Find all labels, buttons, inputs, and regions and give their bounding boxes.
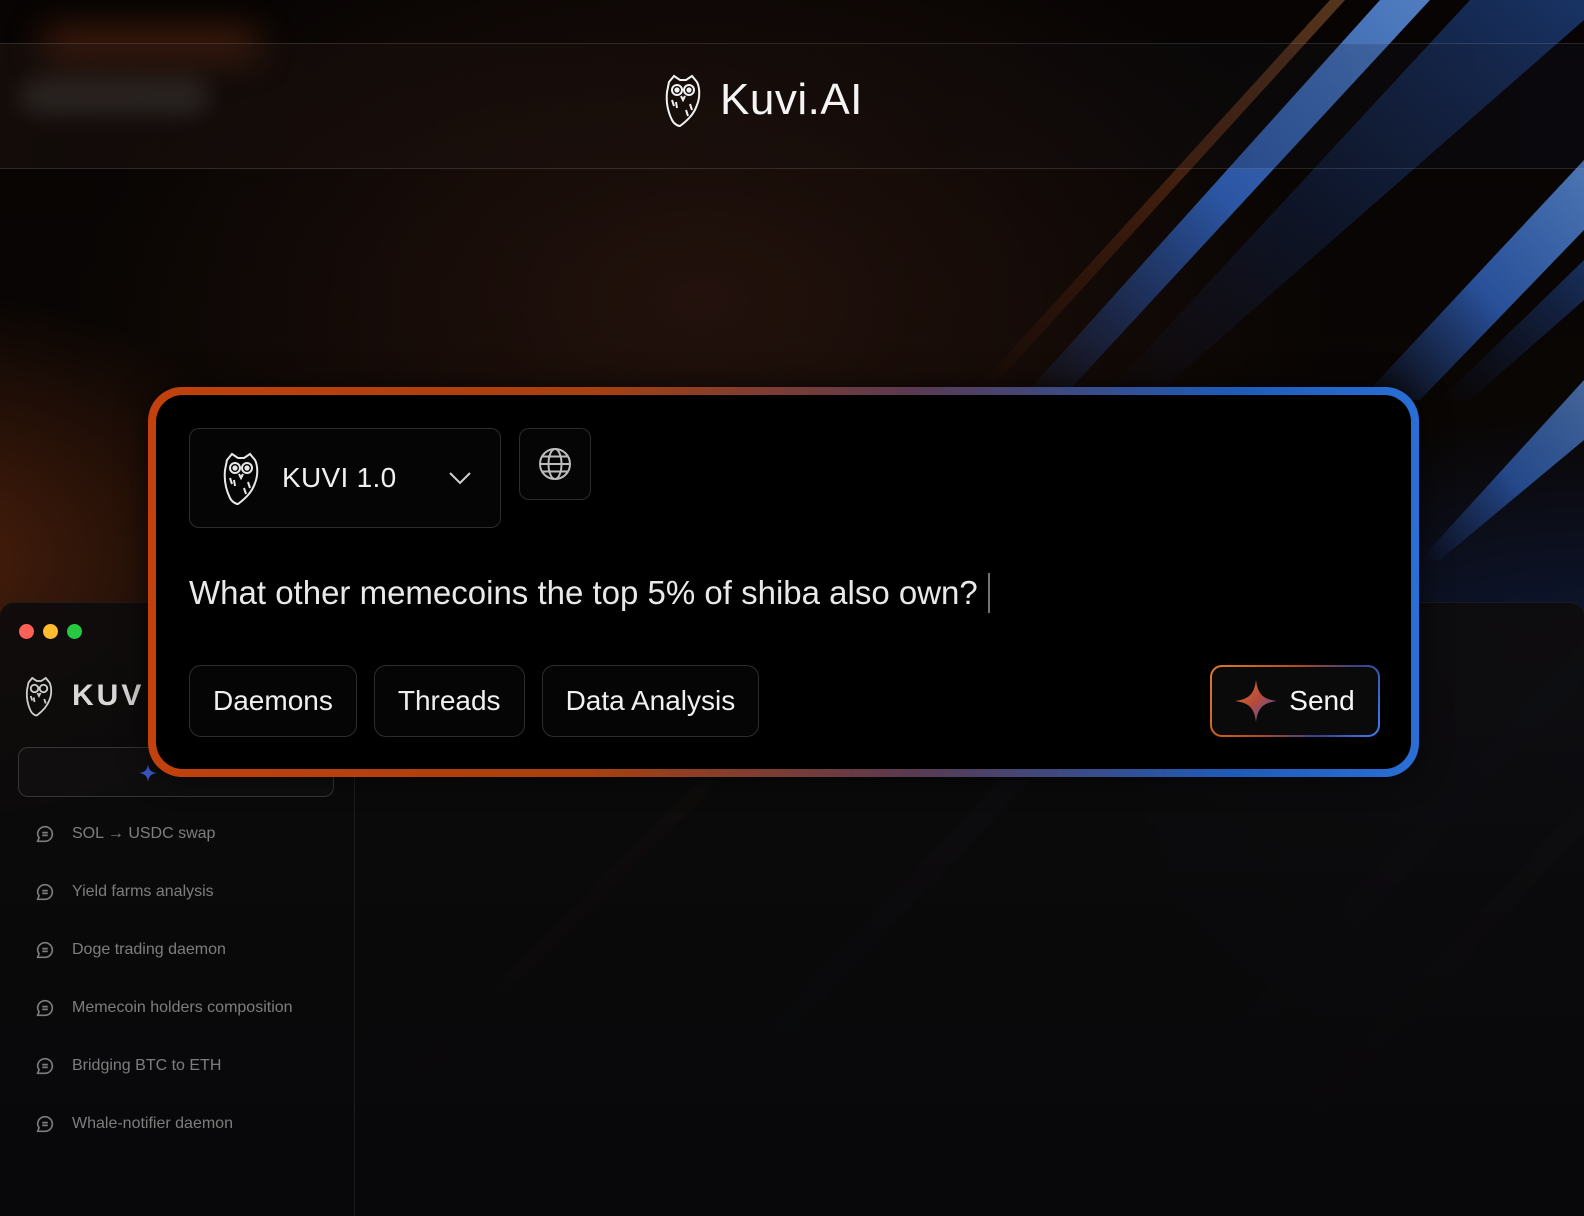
- maximize-window-button[interactable]: [67, 624, 82, 639]
- thread-item[interactable]: Bridging BTC to ETH: [34, 1057, 293, 1115]
- daemons-chip[interactable]: Daemons: [189, 665, 357, 737]
- minimize-window-button[interactable]: [43, 624, 58, 639]
- thread-item[interactable]: Memecoin holders composition: [34, 999, 293, 1057]
- model-selector-label: KUVI 1.0: [282, 462, 397, 493]
- brand-name: Kuvi.AI: [720, 75, 863, 124]
- blurred-header-element: [20, 78, 210, 114]
- thread-item[interactable]: SOL → USDC swap: [34, 825, 293, 883]
- thread-label: Yield farms analysis: [72, 883, 214, 900]
- prompt-input-text: What other memecoins the top 5% of shiba…: [189, 574, 978, 611]
- sparkle-icon: [1235, 680, 1278, 722]
- sparkle-icon: [139, 764, 157, 782]
- thread-label: SOL → USDC swap: [72, 825, 216, 842]
- prompt-input[interactable]: What other memecoins the top 5% of shiba…: [189, 573, 990, 613]
- send-button-label: Send: [1289, 685, 1355, 716]
- mode-chips: Daemons Threads Data Analysis: [189, 665, 760, 737]
- text-caret: [987, 573, 990, 613]
- chat-bubble-icon: [36, 1115, 54, 1133]
- sidebar-logo-text: KUV: [72, 679, 145, 712]
- chat-bubble-icon: [36, 1057, 54, 1075]
- owl-icon: [223, 452, 259, 506]
- owl-icon: [665, 74, 701, 128]
- threads-chip[interactable]: Threads: [373, 665, 525, 737]
- page: Kuvi.AI KUV SOL → USDC swap Yield farms …: [0, 0, 1584, 1216]
- thread-label: Doge trading daemon: [72, 941, 226, 958]
- thread-item[interactable]: Whale-notifier daemon: [34, 1115, 293, 1173]
- chat-bubble-icon: [36, 999, 54, 1017]
- chat-bubble-icon: [36, 825, 54, 843]
- model-selector[interactable]: KUVI 1.0: [189, 428, 501, 528]
- web-search-toggle[interactable]: [519, 428, 591, 500]
- chat-bubble-icon: [36, 941, 54, 959]
- prompt-card-border: KUVI 1.0 What other memecoins the top 5%…: [148, 387, 1419, 777]
- globe-icon: [539, 448, 571, 480]
- data-analysis-chip[interactable]: Data Analysis: [541, 665, 760, 737]
- thread-item[interactable]: Doge trading daemon: [34, 941, 293, 999]
- thread-list: SOL → USDC swap Yield farms analysis Dog…: [34, 825, 293, 1173]
- thread-item[interactable]: Yield farms analysis: [34, 883, 293, 941]
- window-controls: [19, 624, 82, 639]
- thread-label: Memecoin holders composition: [72, 999, 293, 1016]
- chevron-down-icon: [449, 472, 471, 485]
- sidebar-logo: KUV: [24, 675, 144, 717]
- thread-label: Bridging BTC to ETH: [72, 1057, 222, 1074]
- thread-label: Whale-notifier daemon: [72, 1115, 233, 1132]
- chat-bubble-icon: [36, 883, 54, 901]
- owl-icon: [25, 676, 53, 717]
- brand: Kuvi.AI: [664, 72, 863, 128]
- close-window-button[interactable]: [19, 624, 34, 639]
- prompt-card: KUVI 1.0 What other memecoins the top 5%…: [156, 395, 1411, 769]
- send-button[interactable]: Send: [1210, 665, 1380, 737]
